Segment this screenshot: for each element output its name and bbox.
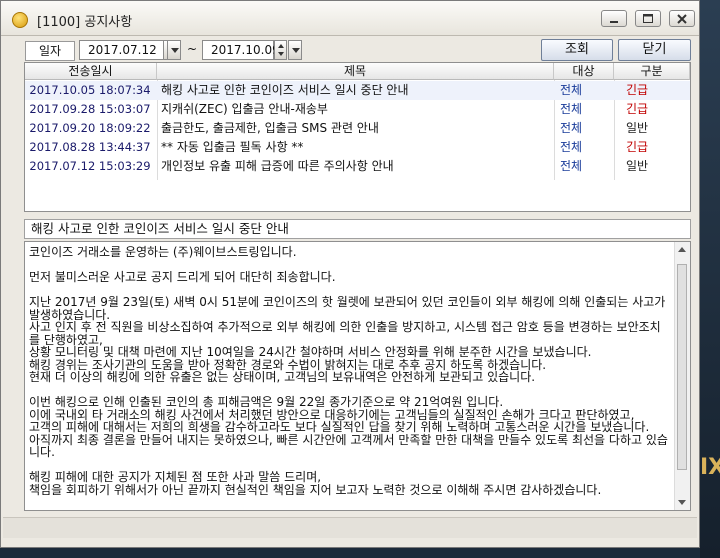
notice-window: [1100] 공지사항 일자 2017.07.12 ~ 2017.10.09 조… xyxy=(0,0,700,548)
row-title: 개인정보 유출 피해 급증에 따른 주의사항 안내 xyxy=(161,159,394,173)
row-type: 긴급 xyxy=(626,83,649,97)
scroll-up-icon[interactable] xyxy=(678,247,686,252)
row-datetime: 2017.09.20 18:09:22 xyxy=(29,121,151,135)
minimize-icon xyxy=(610,21,618,23)
row-target: 전체 xyxy=(560,102,583,116)
row-type: 일반 xyxy=(626,121,649,135)
row-target: 전체 xyxy=(560,83,583,97)
close-window-button[interactable] xyxy=(669,10,695,27)
row-datetime: 2017.07.12 15:03:29 xyxy=(29,159,151,173)
close-button[interactable]: 닫기 xyxy=(618,39,691,61)
row-target: 전체 xyxy=(560,140,583,154)
table-row[interactable]: 2017.08.28 13:44:37 ** 자동 입출금 필독 사항 ** 전… xyxy=(25,138,690,157)
scroll-down-icon[interactable] xyxy=(678,500,686,505)
row-type: 긴급 xyxy=(626,140,649,154)
notice-subject: 해킹 사고로 인한 코인이즈 서비스 일시 중단 안내 xyxy=(24,219,691,239)
row-title: ** 자동 입출금 필독 사항 ** xyxy=(161,140,304,154)
notice-table: 전송일시 제목 대상 구분 2017.10.05 18:07:34 해킹 사고로… xyxy=(24,62,691,212)
row-datetime: 2017.10.05 18:07:34 xyxy=(29,83,151,97)
row-type: 긴급 xyxy=(626,102,649,116)
app-icon xyxy=(12,12,28,28)
row-target: 전체 xyxy=(560,121,583,135)
start-date-dropdown[interactable] xyxy=(167,40,181,60)
row-title: 지캐쉬(ZEC) 입출금 안내-재송부 xyxy=(161,102,328,116)
row-datetime: 2017.08.28 13:44:37 xyxy=(29,140,151,154)
row-type: 일반 xyxy=(626,159,649,173)
row-title: 해킹 사고로 인한 코인이즈 서비스 일시 중단 안내 xyxy=(161,83,409,97)
row-title: 출금한도, 출금제한, 입출금 SMS 관련 안내 xyxy=(161,121,379,135)
table-row[interactable]: 2017.10.05 18:07:34 해킹 사고로 인한 코인이즈 서비스 일… xyxy=(25,81,690,100)
desktop-background: IX xyxy=(700,0,720,558)
chevron-down-icon xyxy=(292,48,300,53)
background-logo-fragment: IX xyxy=(700,455,720,480)
column-header-datetime[interactable]: 전송일시 xyxy=(25,63,157,80)
spin-up-icon[interactable] xyxy=(278,44,284,48)
maximize-icon xyxy=(643,14,653,23)
end-date-spinner[interactable] xyxy=(274,40,287,60)
table-row[interactable]: 2017.09.28 15:03:07 지캐쉬(ZEC) 입출금 안내-재송부 … xyxy=(25,100,690,119)
vertical-scrollbar[interactable] xyxy=(674,242,690,510)
minimize-button[interactable] xyxy=(601,10,627,27)
title-bar[interactable]: [1100] 공지사항 xyxy=(1,1,699,36)
table-row[interactable]: 2017.09.20 18:09:22 출금한도, 출금제한, 입출금 SMS … xyxy=(25,119,690,138)
column-header-title[interactable]: 제목 xyxy=(157,63,554,80)
date-range-separator: ~ xyxy=(187,42,198,56)
chevron-down-icon xyxy=(171,48,179,53)
scrollbar-thumb[interactable] xyxy=(677,264,687,470)
column-header-type[interactable]: 구분 xyxy=(614,63,690,80)
status-bar xyxy=(3,517,697,538)
date-label: 일자 xyxy=(25,41,75,61)
search-button[interactable]: 조회 xyxy=(541,39,613,61)
row-target: 전체 xyxy=(560,159,583,173)
start-date-input[interactable]: 2017.07.12 xyxy=(79,40,164,60)
close-icon xyxy=(677,14,687,24)
window-title: [1100] 공지사항 xyxy=(37,15,133,30)
spin-down-icon[interactable] xyxy=(278,52,284,56)
end-date-input[interactable]: 2017.10.09 xyxy=(202,40,280,60)
table-row[interactable]: 2017.07.12 15:03:29 개인정보 유출 피해 급증에 따른 주의… xyxy=(25,157,690,176)
row-datetime: 2017.09.28 15:03:07 xyxy=(29,102,151,116)
end-date-dropdown[interactable] xyxy=(288,40,302,60)
notice-body[interactable]: 코인이즈 거래소를 운영하는 (주)웨이브스트링입니다. 먼저 불미스러운 사고… xyxy=(24,241,691,511)
column-header-target[interactable]: 대상 xyxy=(554,63,614,80)
maximize-button[interactable] xyxy=(635,10,661,27)
notice-body-text: 코인이즈 거래소를 운영하는 (주)웨이브스트링입니다. 먼저 불미스러운 사고… xyxy=(29,245,668,497)
